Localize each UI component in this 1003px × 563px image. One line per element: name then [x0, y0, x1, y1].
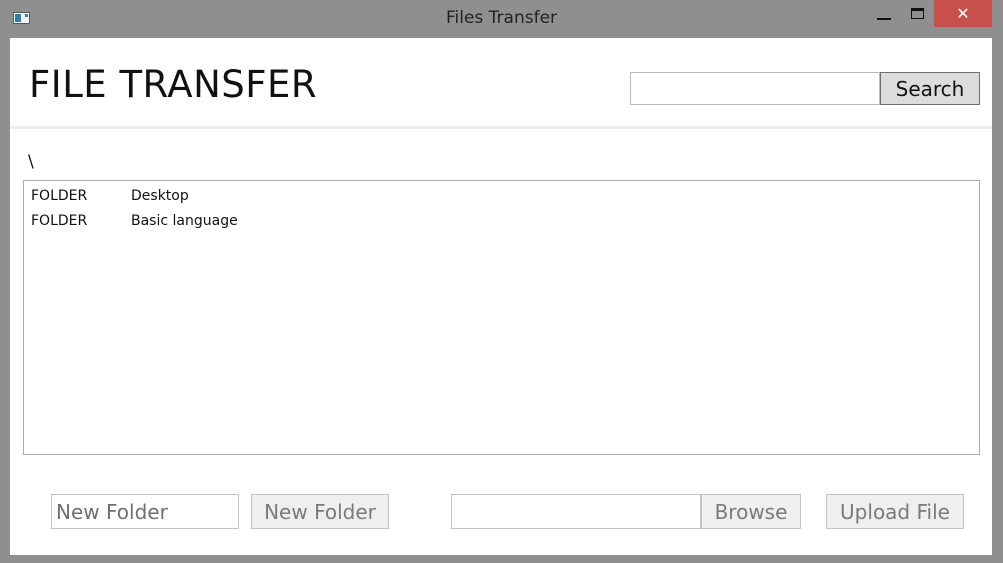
item-type: FOLDER: [31, 213, 88, 229]
window-title: Files Transfer: [445, 8, 558, 28]
app-window: Files Transfer ✕ FILE TRANSFER Search \ …: [0, 0, 1003, 563]
client-area: FILE TRANSFER Search \ FOLDER Desktop FO…: [10, 38, 992, 555]
new-folder-button[interactable]: New Folder: [251, 494, 389, 529]
search-input[interactable]: [630, 72, 880, 105]
minimize-icon: [877, 17, 891, 20]
browse-button[interactable]: Browse: [701, 494, 801, 529]
upload-file-button[interactable]: Upload File: [826, 494, 964, 529]
close-icon: ✕: [956, 4, 970, 23]
folder-name-input[interactable]: [51, 494, 239, 529]
current-path: \: [28, 152, 34, 172]
minimize-button[interactable]: [868, 0, 900, 27]
file-list[interactable]: FOLDER Desktop FOLDER Basic language: [23, 180, 980, 455]
maximize-button[interactable]: [900, 0, 934, 27]
close-button[interactable]: ✕: [934, 0, 992, 27]
title-bar[interactable]: Files Transfer ✕: [0, 0, 1003, 38]
item-type: FOLDER: [31, 188, 88, 204]
item-name: Basic language: [131, 213, 238, 229]
search-button[interactable]: Search: [880, 72, 980, 105]
list-item[interactable]: FOLDER Basic language: [31, 210, 431, 232]
page-title: FILE TRANSFER: [29, 63, 318, 106]
header-divider: [10, 126, 992, 129]
upload-path-input[interactable]: [451, 494, 701, 529]
maximize-icon: [910, 8, 924, 19]
list-item[interactable]: FOLDER Desktop: [31, 185, 431, 207]
item-name: Desktop: [131, 188, 189, 204]
